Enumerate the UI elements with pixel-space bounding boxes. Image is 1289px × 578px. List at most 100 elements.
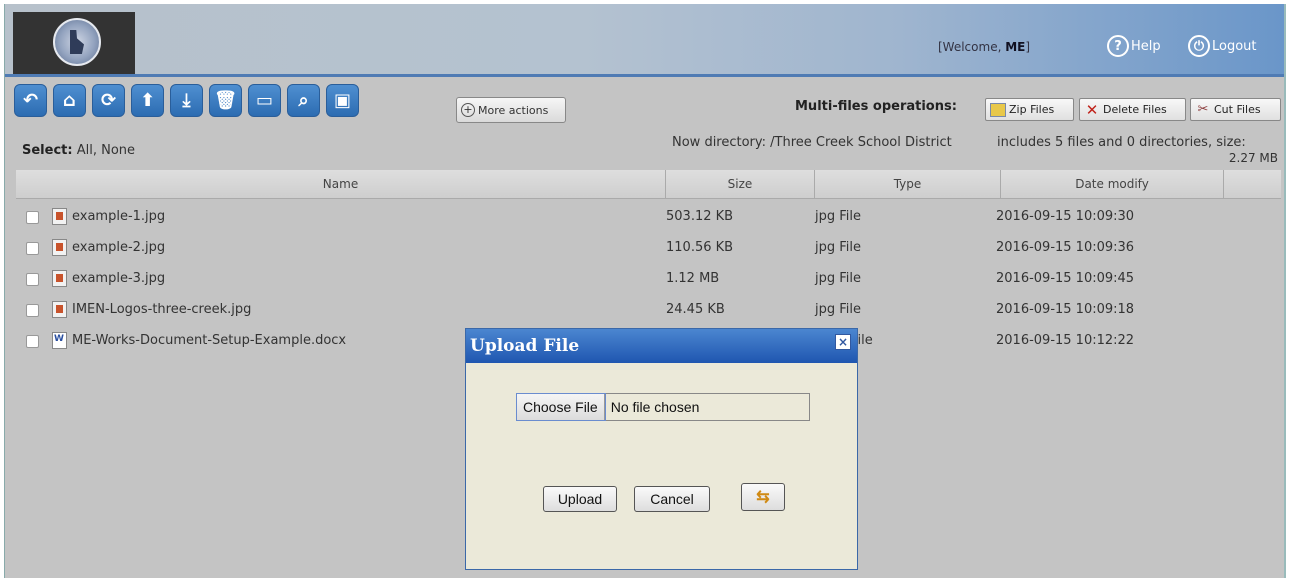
image-file-icon (52, 208, 67, 225)
header-divider (5, 74, 1284, 77)
column-header-date[interactable]: Date modify (1001, 170, 1224, 199)
image-file-icon (52, 239, 67, 256)
file-size: 503.12 KB (666, 209, 734, 224)
column-header-size[interactable]: Size (666, 170, 815, 199)
delete-files-label: Delete Files (1103, 103, 1167, 116)
zip-icon (990, 102, 1006, 117)
image-icon: ▣ (333, 90, 351, 111)
table-row[interactable]: IMEN-Logos-three-creek.jpg 24.45 KB jpg … (16, 296, 1281, 327)
refresh-button[interactable]: ⟳ (92, 84, 125, 117)
welcome-text: [Welcome, ME] (938, 40, 1030, 54)
up-button[interactable]: ⬆ (131, 84, 164, 117)
file-status-text: No file chosen (610, 399, 700, 415)
home-icon: ⌂ (63, 90, 76, 111)
trash-button[interactable]: 🗑 (209, 84, 242, 117)
back-icon: ↶ (22, 90, 39, 111)
file-date: 2016-09-15 10:09:45 (996, 271, 1135, 286)
table-header: Name Size Type Date modify (16, 170, 1281, 199)
plus-circle-icon: + (461, 103, 475, 117)
current-directory: Now directory: /Three Creek School Distr… (672, 135, 952, 150)
folder-icon: ▭ (255, 90, 273, 111)
file-date: 2016-09-15 10:12:22 (996, 333, 1135, 348)
row-checkbox[interactable] (26, 335, 39, 348)
image-button[interactable]: ▣ (326, 84, 359, 117)
file-name[interactable]: ME-Works-Document-Setup-Example.docx (72, 333, 346, 348)
zip-files-label: Zip Files (1009, 103, 1055, 116)
cut-files-button[interactable]: ✂ Cut Files (1190, 98, 1281, 121)
delete-files-button[interactable]: ✕ Delete Files (1079, 98, 1186, 121)
choose-file-button[interactable]: Choose File (516, 393, 606, 421)
file-name[interactable]: IMEN-Logos-three-creek.jpg (72, 302, 251, 317)
image-file-icon (52, 270, 67, 287)
header-bar: [Welcome, ME] ? Help ⏻ Logout (5, 4, 1284, 74)
upload-button[interactable]: Upload (543, 486, 617, 512)
cut-files-label: Cut Files (1214, 103, 1261, 116)
multi-files-label: Multi-files operations: (795, 99, 957, 114)
column-header-name[interactable]: Name (16, 170, 666, 199)
file-date: 2016-09-15 10:09:36 (996, 240, 1135, 255)
upload-file-dialog: Upload File × Choose File No file chosen… (465, 328, 858, 570)
file-name[interactable]: example-3.jpg (72, 271, 165, 286)
file-name[interactable]: example-2.jpg (72, 240, 165, 255)
help-button[interactable]: ? Help (1107, 34, 1161, 58)
image-file-icon (52, 301, 67, 318)
file-type: jpg File (815, 302, 862, 317)
more-actions-label: More actions (478, 103, 549, 117)
home-button[interactable]: ⌂ (53, 84, 86, 117)
search-icon: ⌕ (298, 90, 309, 111)
file-manager-window: [Welcome, ME] ? Help ⏻ Logout ↶ ⌂ ⟳ ⬆ ⤓ … (4, 4, 1286, 578)
download-icon: ⤓ (182, 90, 191, 111)
file-input[interactable]: Choose File No file chosen (516, 393, 810, 421)
welcome-suffix: ] (1025, 40, 1031, 54)
welcome-prefix: [Welcome, (938, 40, 1006, 54)
up-arrow-icon: ⬆ (139, 90, 156, 111)
column-header-type[interactable]: Type (815, 170, 1001, 199)
file-size: 110.56 KB (666, 240, 734, 255)
row-checkbox[interactable] (26, 242, 39, 255)
file-size: 24.45 KB (666, 302, 725, 317)
row-checkbox[interactable] (26, 273, 39, 286)
word-doc-icon (52, 332, 67, 349)
file-name[interactable]: example-1.jpg (72, 209, 165, 224)
logo-box (13, 12, 135, 74)
search-button[interactable]: ⌕ (287, 84, 320, 117)
select-label: Select: (22, 143, 73, 158)
state-seal-logo (53, 18, 101, 66)
refresh-icon: ⟳ (100, 90, 117, 111)
download-button[interactable]: ⤓ (170, 84, 203, 117)
more-actions-button[interactable]: + More actions (456, 97, 566, 123)
table-row[interactable]: example-3.jpg 1.12 MB jpg File 2016-09-1… (16, 265, 1281, 296)
zip-files-button[interactable]: Zip Files (985, 98, 1074, 121)
new-folder-button[interactable]: ▭ (248, 84, 281, 117)
directory-summary: includes 5 files and 0 directories, size… (997, 135, 1246, 150)
delete-x-icon: ✕ (1085, 100, 1099, 119)
dialog-title: Upload File (470, 336, 580, 356)
back-button[interactable]: ↶ (14, 84, 47, 117)
cancel-button[interactable]: Cancel (634, 486, 710, 512)
swap-arrows-icon[interactable]: ⇆ (741, 483, 785, 511)
power-icon: ⏻ (1188, 35, 1210, 57)
welcome-user: ME (1005, 40, 1026, 54)
row-checkbox[interactable] (26, 211, 39, 224)
logout-button[interactable]: ⏻ Logout (1188, 34, 1257, 58)
help-label: Help (1131, 38, 1161, 54)
dialog-title-bar[interactable]: Upload File × (466, 329, 857, 363)
scissors-icon: ✂ (1197, 101, 1209, 117)
select-controls: Select: All, None (22, 143, 135, 158)
row-checkbox[interactable] (26, 304, 39, 317)
file-size: 1.12 MB (666, 271, 720, 286)
table-row[interactable]: example-1.jpg 503.12 KB jpg File 2016-09… (16, 203, 1281, 234)
close-icon[interactable]: × (835, 334, 851, 350)
file-type: jpg File (815, 271, 862, 286)
help-icon: ? (1107, 35, 1129, 57)
select-none-link[interactable]: None (101, 143, 135, 158)
trash-icon: 🗑 (214, 90, 237, 111)
table-row[interactable]: example-2.jpg 110.56 KB jpg File 2016-09… (16, 234, 1281, 265)
file-type: jpg File (815, 209, 862, 224)
select-all-link[interactable]: All (77, 143, 93, 158)
file-date: 2016-09-15 10:09:18 (996, 302, 1135, 317)
file-type: jpg File (815, 240, 862, 255)
logout-label: Logout (1212, 38, 1257, 54)
select-separator: , (92, 143, 97, 158)
directory-size: 2.27 MB (1228, 151, 1278, 165)
